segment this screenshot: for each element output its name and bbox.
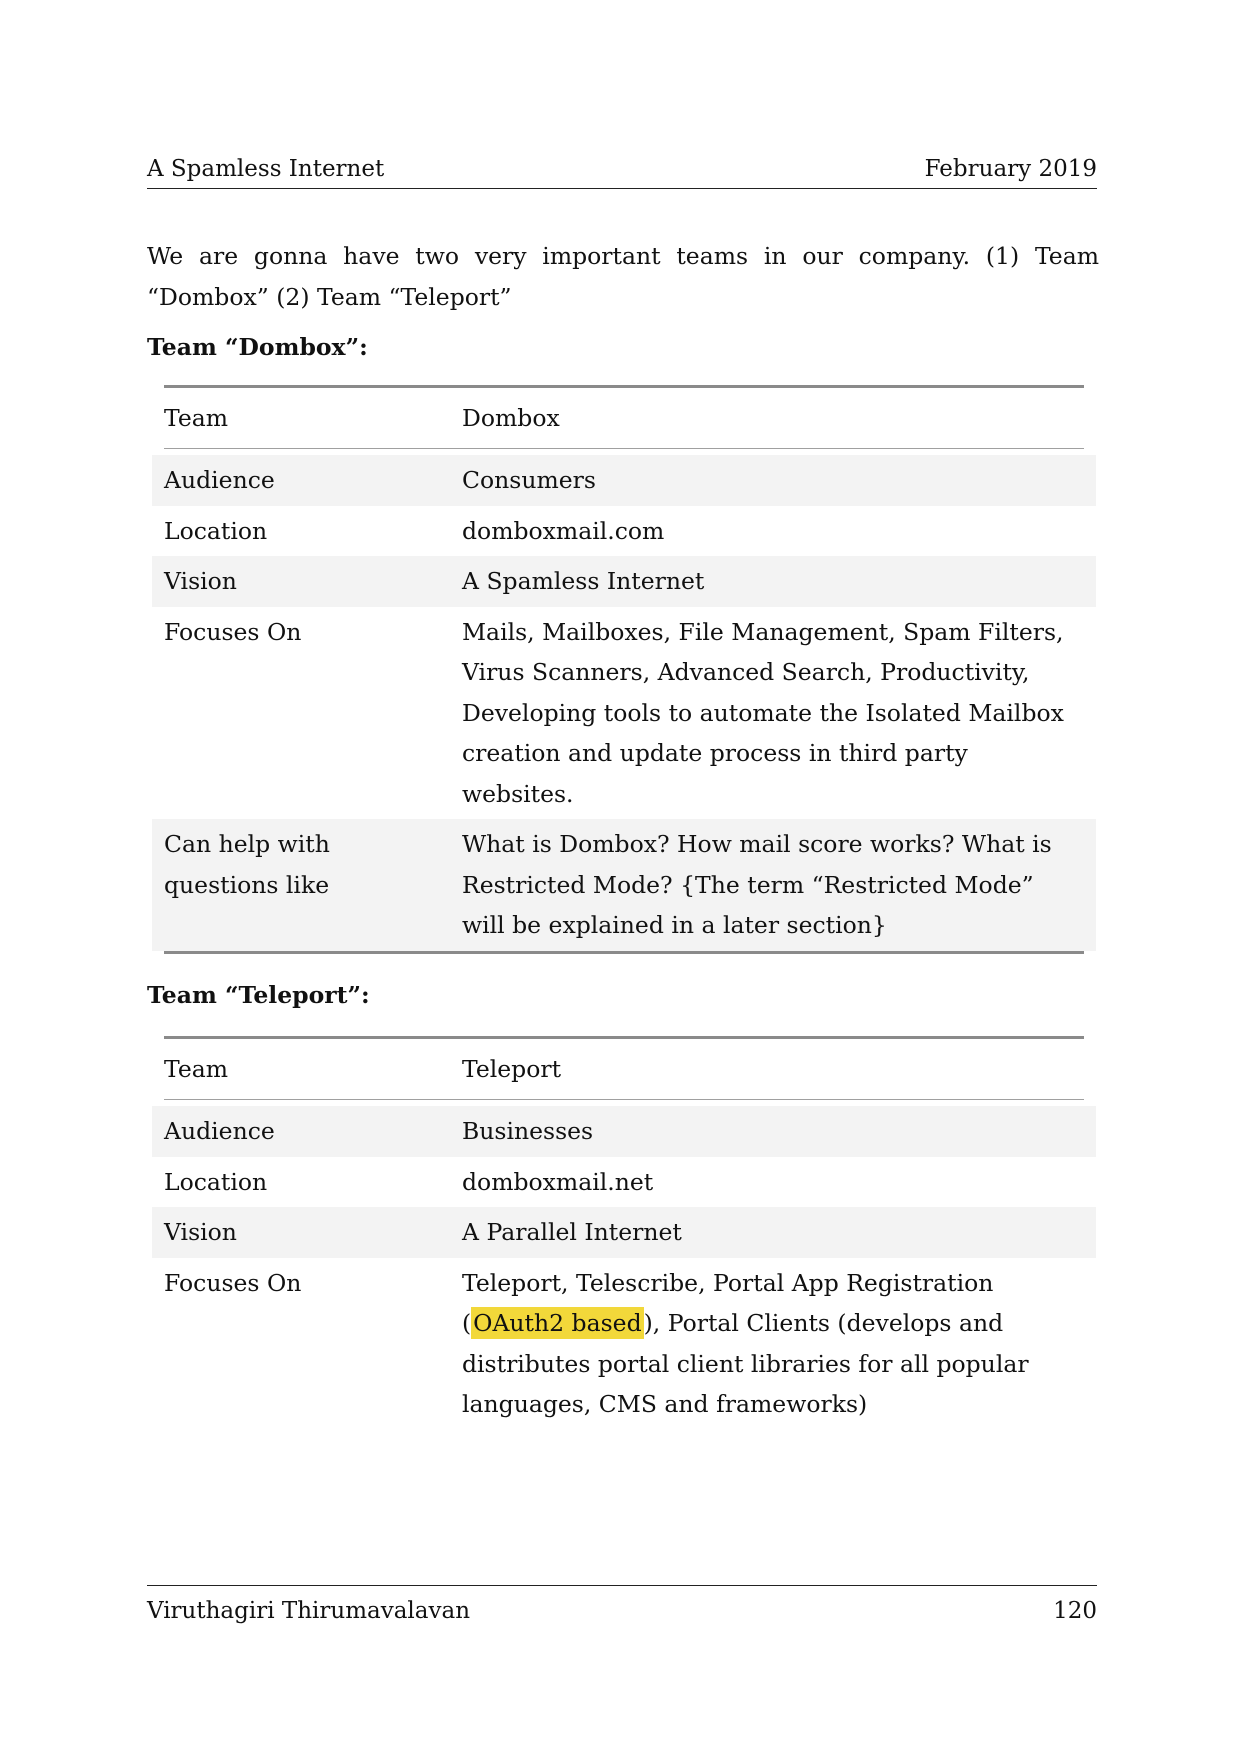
row-label: Audience xyxy=(164,1117,275,1145)
row-label: Audience xyxy=(164,466,275,494)
header-value: Teleport xyxy=(462,1055,562,1083)
page-header: A Spamless Internet February 2019 xyxy=(147,150,1097,189)
row-label: Focuses On xyxy=(164,617,302,646)
row-value: A Spamless Internet xyxy=(462,567,705,595)
team-table-teleport: Team Teleport Audience Businesses Locati… xyxy=(152,1036,1096,1430)
table-row: Vision A Parallel Internet xyxy=(152,1207,1096,1258)
header-label: Team xyxy=(164,1055,229,1083)
row-label: Vision xyxy=(164,567,237,595)
intro-paragraph: We are gonna have two very important tea… xyxy=(147,242,1099,311)
table-row: Can help with questions like What is Dom… xyxy=(152,819,1096,951)
row-value: domboxmail.com xyxy=(462,516,665,545)
footer-author: Viruthagiri Thirumavalavan xyxy=(147,1598,471,1624)
row-value: domboxmail.net xyxy=(462,1167,654,1196)
header-date: February 2019 xyxy=(924,156,1097,182)
header-title: A Spamless Internet xyxy=(147,156,385,182)
table-row: Focuses On Teleport, Telescribe, Portal … xyxy=(152,1258,1096,1430)
row-value: Teleport, Telescribe, Portal App Registr… xyxy=(450,1263,1096,1425)
table-row: Location domboxmail.net xyxy=(152,1157,1096,1208)
table-row: Audience Businesses xyxy=(152,1106,1096,1157)
row-label: Location xyxy=(164,1167,268,1196)
row-label: Focuses On xyxy=(164,1268,302,1297)
table-row: Focuses On Mails, Mailboxes, File Manage… xyxy=(152,607,1096,820)
row-label: Can help with questions like xyxy=(164,830,330,899)
row-value: Businesses xyxy=(462,1117,594,1145)
row-value: What is Dombox? How mail score works? Wh… xyxy=(462,830,1052,939)
table-row: Vision A Spamless Internet xyxy=(152,556,1096,607)
highlighted-text: OAuth2 based xyxy=(471,1307,644,1339)
team-table-dombox: Team Dombox Audience Consumers Location … xyxy=(152,385,1096,954)
header-label: Team xyxy=(164,404,229,432)
row-label: Vision xyxy=(164,1218,237,1246)
table-header-rule xyxy=(164,1098,1084,1100)
row-value: Mails, Mailboxes, File Management, Spam … xyxy=(462,617,1064,808)
document-page: A Spamless Internet February 2019 We are… xyxy=(0,0,1240,1753)
row-label: Location xyxy=(164,516,268,545)
table-header-rule xyxy=(164,447,1084,449)
page-number: 120 xyxy=(1053,1598,1097,1624)
page-footer: Viruthagiri Thirumavalavan 120 xyxy=(147,1585,1097,1624)
table-row: Location domboxmail.com xyxy=(152,506,1096,557)
row-value: Consumers xyxy=(462,466,596,494)
section-title-dombox: Team “Dombox”: xyxy=(147,333,368,361)
table-header-row: Team Dombox xyxy=(152,388,1096,448)
section-title-teleport: Team “Teleport”: xyxy=(147,981,370,1009)
header-value: Dombox xyxy=(462,404,560,432)
row-value: A Parallel Internet xyxy=(462,1218,682,1246)
table-row: Audience Consumers xyxy=(152,455,1096,506)
table-bottom-rule xyxy=(164,950,1084,954)
table-header-row: Team Teleport xyxy=(152,1039,1096,1099)
